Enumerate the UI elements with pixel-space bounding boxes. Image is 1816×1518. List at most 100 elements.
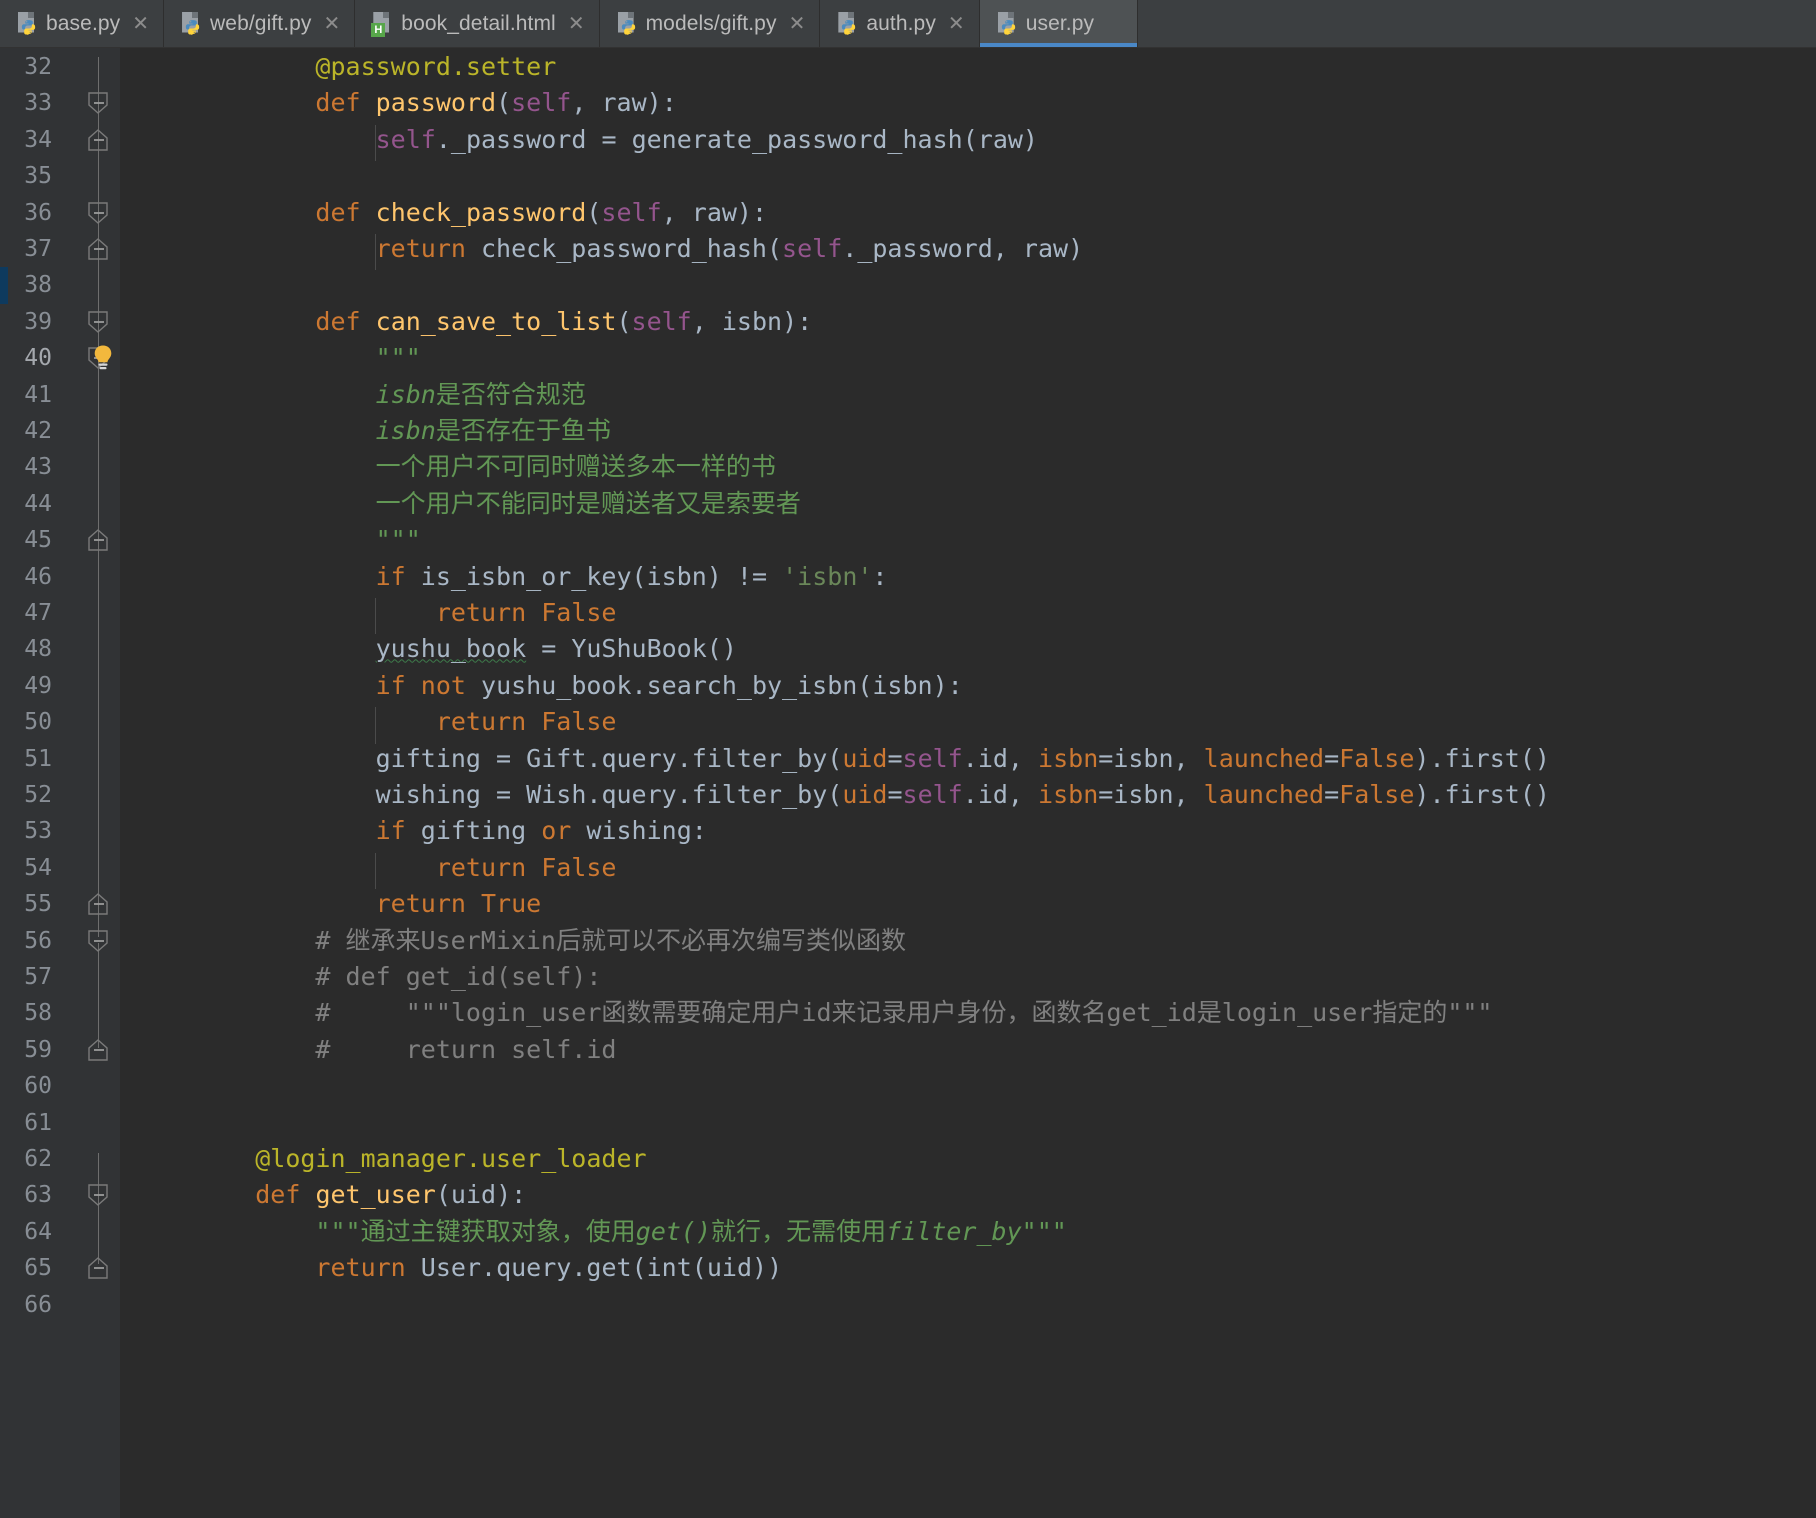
tab-user-py[interactable]: user.py ✕: [979, 0, 1138, 47]
tab-close-icon[interactable]: ✕: [789, 14, 806, 34]
code-line[interactable]: 一个用户不能同时是赠送者又是索要者: [195, 486, 801, 522]
tab-base-py[interactable]: base.py ✕: [0, 0, 165, 47]
code-line[interactable]: return User.query.get(int(uid)): [195, 1250, 782, 1286]
code-line[interactable]: """: [195, 340, 421, 376]
fold-toggle-icon[interactable]: [88, 128, 110, 151]
fold-toggle-icon[interactable]: [88, 1038, 110, 1061]
indent-guide: [375, 598, 377, 635]
line-number: 37: [24, 236, 52, 262]
line-number: 56: [24, 927, 52, 954]
code-line[interactable]: if is_isbn_or_key(isbn) != 'isbn':: [195, 559, 888, 595]
python-file-icon: [616, 11, 638, 37]
code-line[interactable]: if gifting or wishing:: [195, 813, 707, 849]
line-number: 38: [24, 272, 52, 299]
tab-close-icon[interactable]: ✕: [132, 14, 149, 34]
code-line[interactable]: return False: [195, 704, 617, 740]
tab-models-gift-py[interactable]: models/gift.py ✕: [599, 0, 821, 47]
tab-auth-py[interactable]: auth.py ✕: [820, 0, 980, 47]
code-line[interactable]: isbn是否存在于鱼书: [195, 413, 611, 449]
tab-close-icon[interactable]: ✕: [324, 14, 341, 34]
line-number: 32: [24, 54, 52, 80]
fold-region-line: [98, 1153, 99, 1265]
line-number: 49: [24, 672, 52, 699]
code-line[interactable]: def get_user(uid):: [195, 1177, 526, 1213]
fold-toggle-icon[interactable]: [88, 201, 110, 224]
fold-toggle-icon[interactable]: [88, 929, 110, 952]
tab-web-gift-py[interactable]: web/gift.py ✕: [164, 0, 356, 47]
code-line[interactable]: yushu_book = YuShuBook(): [195, 631, 737, 667]
fold-toggle-icon[interactable]: [88, 92, 110, 115]
fold-toggle-icon[interactable]: [88, 311, 110, 333]
line-number: 43: [24, 454, 52, 481]
line-number: 33: [24, 90, 52, 117]
line-number: 54: [24, 854, 52, 881]
tab-label: user.py: [1025, 11, 1095, 35]
code-line[interactable]: """: [195, 522, 421, 558]
line-number: 52: [24, 782, 52, 808]
line-number: 55: [24, 891, 52, 918]
html-file-icon: H: [371, 11, 393, 37]
tab-label: book_detail.html: [401, 11, 556, 35]
code-line[interactable]: if not yushu_book.search_by_isbn(isbn):: [195, 668, 963, 704]
tab-close-icon[interactable]: ✕: [568, 14, 585, 34]
code-line[interactable]: isbn是否符合规范: [195, 377, 586, 413]
line-number-gutter: 32 33 34 35 36 37 38 39 40 41 42 43 44 45 46 47 48 49 50 51…: [8, 48, 60, 1518]
code-line[interactable]: # """login_user函数需要确定用户id来记录用户身份，函数名get_…: [195, 995, 1492, 1031]
intention-lightbulb-icon[interactable]: [90, 343, 116, 373]
code-line[interactable]: return check_password_hash(self._passwor…: [195, 231, 1084, 267]
indent-guide: [375, 852, 377, 890]
code-line[interactable]: def can_save_to_list(self, isbn):: [195, 304, 812, 340]
code-folding-gutter[interactable]: [60, 48, 120, 1518]
fold-toggle-icon[interactable]: [88, 1257, 110, 1279]
fold-toggle-icon[interactable]: [88, 238, 110, 260]
indent-guide: [375, 124, 377, 162]
code-editor[interactable]: 32 33 34 35 36 37 38 39 40 41 42 43 44 45 46 47 48 49 50 51…: [0, 48, 1816, 1518]
line-number: 58: [24, 1000, 52, 1027]
line-number: 59: [24, 1036, 52, 1063]
code-line[interactable]: return False: [195, 850, 617, 886]
line-number: 45: [24, 527, 52, 554]
vcs-modified-marker[interactable]: [0, 267, 8, 304]
code-line[interactable]: @password.setter: [195, 49, 556, 85]
tab-label: web/gift.py: [210, 11, 312, 35]
python-file-icon: [180, 11, 202, 37]
tab-close-icon[interactable]: ✕: [948, 14, 965, 34]
line-number: 35: [24, 163, 52, 190]
python-file-icon: [16, 11, 38, 37]
vcs-change-gutter[interactable]: [0, 48, 8, 1518]
code-line[interactable]: """通过主键获取对象，使用get()就行，无需使用filter_by""": [195, 1214, 1066, 1250]
line-number: 62: [24, 1146, 52, 1172]
indent-guide: [375, 707, 377, 744]
tab-book-detail-html[interactable]: H book_detail.html ✕: [355, 0, 600, 47]
code-line[interactable]: self._password = generate_password_hash(…: [195, 122, 1038, 158]
code-line[interactable]: gifting = Gift.query.filter_by(uid=self.…: [195, 741, 1550, 777]
line-number: 65: [24, 1255, 52, 1282]
code-line[interactable]: return True: [195, 886, 542, 922]
line-number: 66: [24, 1291, 52, 1318]
code-line[interactable]: # return self.id: [195, 1032, 616, 1068]
code-line[interactable]: return False: [195, 595, 617, 631]
line-number: 34: [24, 126, 52, 153]
code-content[interactable]: @password.setter def password(self, raw)…: [120, 48, 1816, 1518]
code-line[interactable]: def check_password(self, raw):: [195, 195, 767, 231]
line-number: 46: [24, 563, 52, 590]
code-line[interactable]: 一个用户不可同时赠送多本一样的书: [195, 449, 776, 485]
line-number: 48: [24, 636, 52, 663]
line-number: 40: [24, 345, 52, 372]
code-line[interactable]: # def get_id(self):: [195, 959, 601, 995]
active-tab-indicator: [979, 43, 1137, 47]
line-number: 47: [24, 600, 52, 626]
line-number: 64: [24, 1218, 52, 1245]
line-number: 39: [24, 308, 52, 335]
indent-guide: [375, 234, 377, 271]
python-file-icon: [996, 11, 1018, 37]
fold-toggle-icon[interactable]: [88, 1184, 110, 1207]
code-line[interactable]: @login_manager.user_loader: [195, 1141, 646, 1177]
line-number: 50: [24, 709, 52, 736]
editor-tab-bar: base.py ✕ web/gift.py ✕ H book_detail.ht…: [0, 0, 1816, 48]
code-line[interactable]: # 继承来UserMixin后就可以不必再次编写类似函数: [195, 923, 906, 959]
fold-toggle-icon[interactable]: [88, 893, 110, 915]
code-line[interactable]: def password(self, raw):: [195, 85, 676, 121]
code-line[interactable]: wishing = Wish.query.filter_by(uid=self.…: [195, 777, 1550, 813]
fold-toggle-icon[interactable]: [88, 529, 110, 551]
